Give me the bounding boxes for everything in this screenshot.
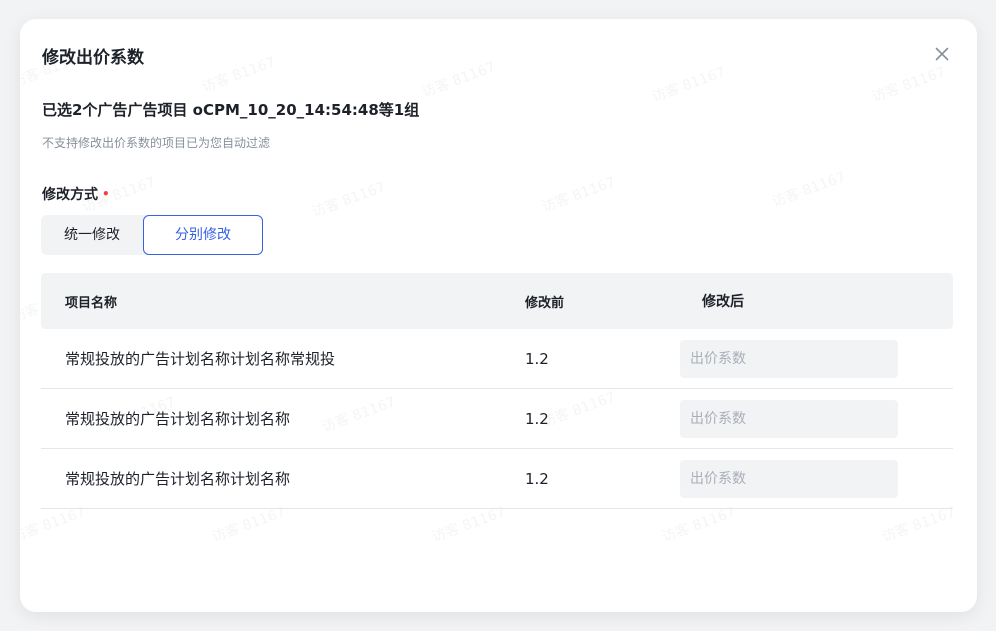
filter-hint: 不支持修改出价系数的项目已为您自动过滤 bbox=[42, 136, 271, 150]
project-name-cell: 常规投放的广告计划名称计划名称常规投 bbox=[65, 350, 336, 368]
mode-segmented-control: 统一修改 分别修改 bbox=[41, 215, 263, 255]
selected-summary: 已选2个广告广告项目 oCPM_10_20_14:54:48等1组 bbox=[42, 101, 420, 119]
mode-unified-button[interactable]: 统一修改 bbox=[41, 215, 143, 255]
table-row: 常规投放的广告计划名称计划名称 1.2 bbox=[41, 449, 953, 509]
after-cell bbox=[678, 339, 953, 378]
watermark: 访客 81167 bbox=[199, 51, 278, 96]
before-value-cell: 1.2 bbox=[525, 469, 549, 488]
mode-label-text: 修改方式 bbox=[42, 187, 98, 203]
dialog-title: 修改出价系数 bbox=[42, 48, 144, 68]
required-mark: • bbox=[102, 187, 110, 201]
before-value-cell: 1.2 bbox=[525, 349, 549, 368]
project-name-cell: 常规投放的广告计划名称计划名称 bbox=[65, 470, 291, 488]
table-header: 项目名称 修改前 修改后 bbox=[41, 273, 953, 329]
table-row: 常规投放的广告计划名称计划名称 1.2 bbox=[41, 389, 953, 449]
modify-bid-coefficient-dialog: 访客 81167 访客 81167 访客 81167 访客 81167 访客 8… bbox=[20, 19, 977, 612]
watermark: 访客 81167 bbox=[649, 61, 728, 106]
before-value-cell: 1.2 bbox=[525, 409, 549, 428]
watermark: 访客 81167 bbox=[769, 166, 848, 211]
mode-separate-button[interactable]: 分别修改 bbox=[143, 215, 263, 255]
watermark: 访客 81167 bbox=[309, 176, 388, 221]
after-cell bbox=[678, 399, 953, 438]
bid-coefficient-input[interactable] bbox=[680, 399, 898, 438]
header-before: 修改前 bbox=[525, 295, 565, 311]
close-button[interactable] bbox=[933, 45, 951, 63]
bid-coefficient-input[interactable] bbox=[680, 459, 898, 498]
bid-coefficient-input[interactable] bbox=[680, 339, 898, 378]
close-icon bbox=[935, 47, 949, 61]
after-cell bbox=[678, 459, 953, 498]
table-row: 常规投放的广告计划名称计划名称常规投 1.2 bbox=[41, 329, 953, 389]
project-name-cell: 常规投放的广告计划名称计划名称 bbox=[65, 410, 291, 428]
header-project-name: 项目名称 bbox=[65, 295, 118, 311]
mode-label: 修改方式 • bbox=[42, 184, 110, 204]
projects-table: 项目名称 修改前 修改后 常规投放的广告计划名称计划名称常规投 1.2 常规投放… bbox=[41, 273, 953, 509]
watermark: 访客 81167 bbox=[539, 171, 618, 216]
watermark: 访客 81167 bbox=[419, 56, 498, 101]
watermark: 访客 81167 bbox=[869, 61, 948, 106]
header-after: 修改后 bbox=[702, 294, 744, 310]
